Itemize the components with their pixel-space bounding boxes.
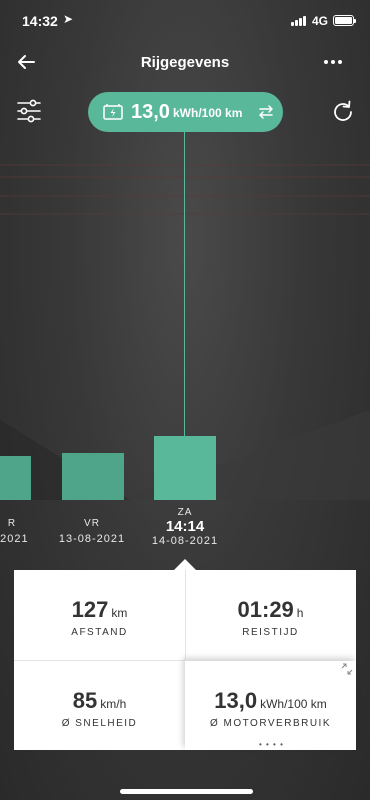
expand-icon[interactable] <box>341 663 353 675</box>
network-type: 4G <box>312 14 329 28</box>
metric-unit: kWh/100 km <box>173 106 243 120</box>
chart-bar-prev[interactable] <box>0 456 31 500</box>
chart-bar-sat-selected[interactable] <box>154 436 216 500</box>
pager-dots: • • • • <box>259 740 284 749</box>
card-pointer <box>174 559 196 570</box>
signal-icon <box>291 16 307 26</box>
status-time: 14:32 <box>22 13 58 29</box>
date-label-sat-selected[interactable]: ZA 14:14 14-08-2021 <box>142 507 228 547</box>
stat-distance[interactable]: 127 km AFSTAND <box>14 597 185 638</box>
stat-travel-time[interactable]: 01:29 h REISTIJD <box>185 597 356 638</box>
selected-time: 14:14 <box>165 518 205 535</box>
stat-consumption[interactable]: 13,0 kWh/100 km Ø MOTORVERBRUIK <box>185 688 356 729</box>
battery-charge-icon <box>103 104 123 120</box>
refresh-icon[interactable] <box>330 99 356 125</box>
location-arrow-icon: ➤ <box>63 12 74 26</box>
status-bar: 14:32 ➤ 4G <box>0 0 370 44</box>
stat-average-speed[interactable]: 85 km/h Ø SNELHEID <box>14 688 185 729</box>
battery-icon <box>333 15 356 26</box>
page-title: Rijgegevens <box>140 54 230 71</box>
chart-bar-fri[interactable] <box>62 453 124 500</box>
home-indicator[interactable] <box>120 789 253 794</box>
filter-sliders-icon[interactable] <box>16 98 42 124</box>
more-options-icon[interactable] <box>320 50 346 74</box>
card-divider-horizontal <box>14 660 185 661</box>
metric-value: 13,0 <box>131 101 170 123</box>
date-label-prev[interactable]: R -2021 <box>0 518 32 545</box>
metric-selector-pill[interactable]: 13,0 kWh/100 km <box>88 92 283 132</box>
swap-arrows-icon <box>259 105 273 119</box>
date-label-fri[interactable]: VR 13-08-2021 <box>52 518 132 545</box>
